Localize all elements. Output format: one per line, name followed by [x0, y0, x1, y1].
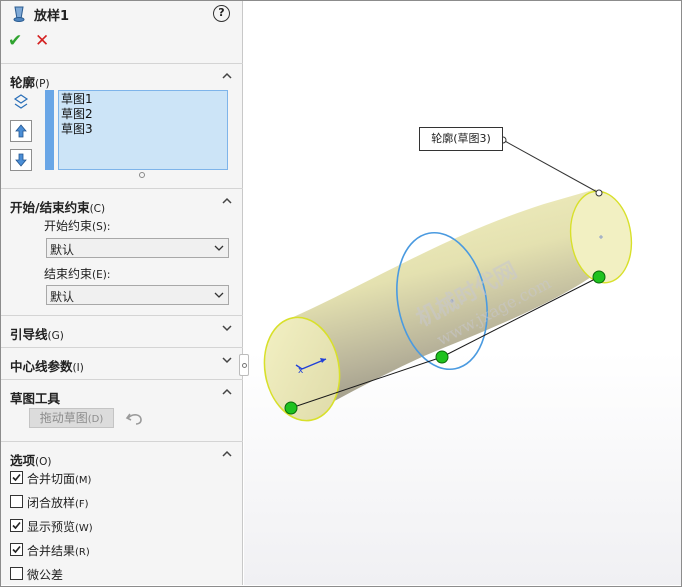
start-constraint-select[interactable]: 默认: [46, 238, 229, 258]
resize-handle[interactable]: [139, 172, 145, 178]
list-item[interactable]: 草图2: [59, 107, 227, 122]
connector-point[interactable]: [592, 270, 606, 284]
leader-point: [595, 189, 603, 197]
guide-curves-title[interactable]: 引导线(G): [10, 324, 64, 343]
chevron-up-icon[interactable]: [221, 70, 233, 82]
panel-collapse-handle[interactable]: [239, 354, 249, 376]
chevron-down-icon: [214, 292, 224, 298]
loft-preview: x 机械时代网 www.jxage.com: [263, 136, 633, 422]
arrow-down-icon: [15, 153, 27, 167]
connector-point[interactable]: [435, 350, 449, 364]
profile-callout[interactable]: 轮廓(草图3): [419, 127, 503, 151]
property-manager-panel: 放样1 ? ✔ ✕ 轮廓(P) 草图1 草图2 草图3 开始/结束约束(C) 开…: [1, 1, 243, 585]
centerline-section: 中心线参数(I): [1, 347, 243, 379]
help-icon[interactable]: ?: [213, 5, 230, 22]
feature-header: 放样1 ?: [1, 1, 243, 29]
options-title[interactable]: 选项(O): [10, 450, 51, 469]
svg-text:x: x: [298, 366, 304, 376]
drag-sketch-button[interactable]: 拖动草图(D): [29, 408, 114, 428]
profiles-title[interactable]: 轮廓(P): [10, 72, 50, 91]
profiles-list[interactable]: 草图1 草图2 草图3: [58, 90, 228, 170]
sketch-tools-section: 草图工具 拖动草图(D): [1, 379, 243, 441]
checkbox[interactable]: [10, 495, 23, 508]
graphics-viewport[interactable]: x 机械时代网 www.jxage.com 轮廓(草图3): [244, 1, 681, 585]
list-item[interactable]: 草图3: [59, 122, 227, 137]
check-icon: [12, 473, 21, 482]
guide-curves-section: 引导线(G): [1, 315, 243, 347]
list-selection-bar: [45, 90, 54, 170]
move-down-button[interactable]: [10, 149, 32, 171]
start-constraint-label: 开始约束(S):: [44, 219, 111, 233]
chevron-up-icon[interactable]: [221, 448, 233, 460]
ok-button[interactable]: ✔: [8, 31, 22, 51]
chevron-down-icon[interactable]: [221, 354, 233, 366]
centerline-title[interactable]: 中心线参数(I): [10, 356, 84, 375]
arrow-up-icon: [15, 124, 27, 138]
profiles-section: 轮廓(P) 草图1 草图2 草图3: [1, 63, 243, 188]
checkbox[interactable]: [10, 519, 23, 532]
checkbox[interactable]: [10, 543, 23, 556]
cancel-button[interactable]: ✕: [35, 31, 49, 51]
connector-point[interactable]: [284, 401, 298, 415]
checkbox[interactable]: [10, 471, 23, 484]
list-item[interactable]: 草图1: [59, 91, 227, 107]
constraints-title[interactable]: 开始/结束约束(C): [10, 197, 105, 216]
end-constraint-select[interactable]: 默认: [46, 285, 229, 305]
end-constraint-label: 结束约束(E):: [44, 267, 111, 281]
constraints-section: 开始/结束约束(C) 开始约束(S): 默认 结束约束(E): 默认: [1, 188, 243, 315]
check-icon: [12, 545, 21, 554]
chevron-down-icon[interactable]: [221, 322, 233, 334]
chevron-up-icon[interactable]: [221, 195, 233, 207]
feature-title: 放样1: [34, 9, 70, 24]
options-section: 选项(O) 合并切面(M) 闭合放样(F) 显示预览(W) 合并结果(R) 微公…: [1, 441, 243, 585]
undo-icon[interactable]: [125, 409, 145, 427]
profile-selection-icon: [13, 94, 29, 109]
loft-icon: [13, 6, 25, 22]
chevron-down-icon: [214, 245, 224, 251]
move-up-button[interactable]: [10, 120, 32, 142]
check-icon: [12, 521, 21, 530]
sketch-tools-title[interactable]: 草图工具: [10, 388, 60, 407]
chevron-up-icon[interactable]: [221, 386, 233, 398]
checkbox[interactable]: [10, 567, 23, 580]
callout-leader: [502, 139, 600, 194]
